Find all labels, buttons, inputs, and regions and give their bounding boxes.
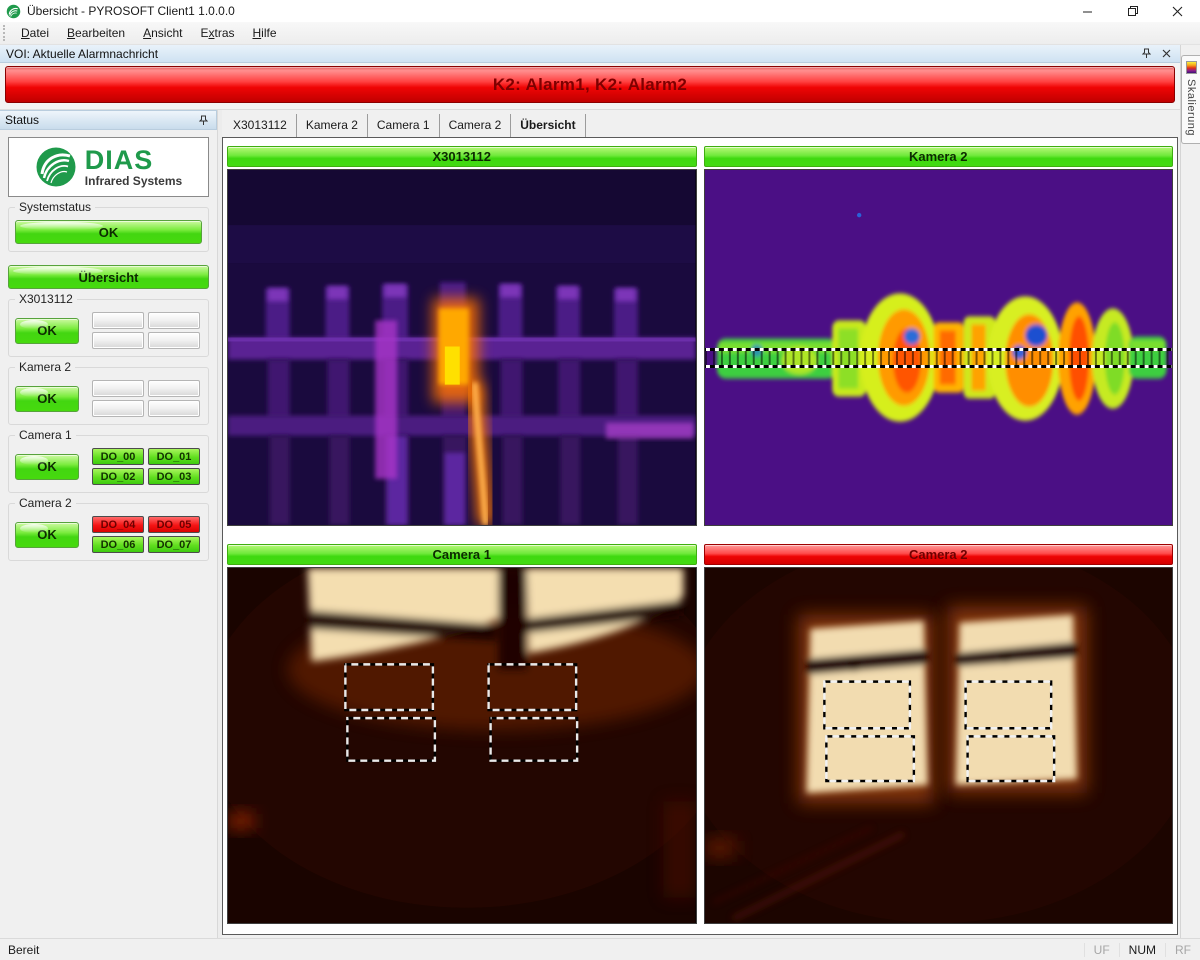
palette-icon [1186, 61, 1197, 74]
tab-x3013112[interactable]: X3013112 [224, 114, 297, 137]
app-logo-icon [6, 4, 21, 19]
kamera2-do-button-0[interactable] [92, 380, 144, 397]
camera1-do-00-button[interactable]: DO_00 [92, 448, 144, 465]
camera-panel-kamera-2: Kamera 2 [704, 146, 1174, 526]
camera2-ok-button[interactable]: OK [15, 522, 79, 548]
x3013112-do-button-2[interactable] [92, 332, 144, 349]
thermal-image-kamera-2[interactable] [704, 169, 1174, 526]
x3013112-do-button-3[interactable] [148, 332, 200, 349]
toolbar-grip [3, 25, 8, 41]
group-kamera-2: Kamera 2 OK [8, 367, 209, 425]
overview-grid: X3013112 [222, 137, 1178, 935]
dias-logo: DIAS Infrared Systems [8, 137, 209, 197]
camera-image-camera-2[interactable] [704, 567, 1174, 924]
tab-uebersicht[interactable]: Übersicht [511, 114, 585, 137]
systemstatus-label: Systemstatus [15, 200, 95, 214]
camera2-do-04-button[interactable]: DO_04 [92, 516, 144, 533]
pin-icon[interactable] [1138, 47, 1154, 61]
camera-panel-camera-2: Camera 2 [704, 544, 1174, 924]
overview-button[interactable]: Übersicht [8, 265, 209, 289]
thermal-image-x3013112[interactable] [227, 169, 697, 526]
pin-icon[interactable] [195, 113, 211, 127]
right-dock-strip: Skalierung [1180, 45, 1200, 938]
group-camera-1: Camera 1 OK DO_00 DO_01 DO_02 DO_03 [8, 435, 209, 493]
group-label: X3013112 [15, 292, 77, 306]
group-label: Camera 2 [15, 496, 76, 510]
alarm-area: K2: Alarm1, K2: Alarm2 [0, 63, 1180, 110]
kamera2-do-button-1[interactable] [148, 380, 200, 397]
camera-panel-x3013112: X3013112 [227, 146, 697, 526]
kamera2-do-button-3[interactable] [148, 400, 200, 417]
menu-item-bearbeiten[interactable]: Bearbeiten [58, 23, 134, 43]
indicator-rf: RF [1165, 943, 1200, 957]
menu-bar: Datei Bearbeiten Ansicht Extras Hilfe [0, 22, 1200, 45]
x3013112-ok-button[interactable]: OK [15, 318, 79, 344]
camera-panel-title: Camera 1 [227, 544, 697, 565]
x3013112-do-button-1[interactable] [148, 312, 200, 329]
window-title: Übersicht - PYROSOFT Client1 1.0.0.0 [27, 4, 235, 18]
group-label: Camera 1 [15, 428, 76, 442]
alarm-panel-title: VOI: Aktuelle Alarmnachricht [6, 47, 158, 61]
indicator-num: NUM [1119, 943, 1165, 957]
menu-item-extras[interactable]: Extras [191, 23, 243, 43]
camera2-do-05-button[interactable]: DO_05 [148, 516, 200, 533]
restore-button[interactable] [1110, 0, 1155, 22]
menu-item-ansicht[interactable]: Ansicht [134, 23, 191, 43]
status-bar: Bereit UF NUM RF [0, 938, 1200, 960]
tab-kamera-2[interactable]: Kamera 2 [297, 114, 368, 137]
camera1-do-01-button[interactable]: DO_01 [148, 448, 200, 465]
tab-camera-2[interactable]: Camera 2 [440, 114, 512, 137]
kamera2-ok-button[interactable]: OK [15, 386, 79, 412]
title-bar: Übersicht - PYROSOFT Client1 1.0.0.0 [0, 0, 1200, 22]
alarm-message: K2: Alarm1, K2: Alarm2 [5, 66, 1175, 103]
menu-item-hilfe[interactable]: Hilfe [244, 23, 286, 43]
scaling-tab[interactable]: Skalierung [1181, 55, 1200, 144]
systemstatus-group: Systemstatus OK [8, 207, 209, 252]
minimize-button[interactable] [1065, 0, 1110, 22]
x3013112-do-button-0[interactable] [92, 312, 144, 329]
camera-panel-title: Kamera 2 [704, 146, 1174, 167]
group-label: Kamera 2 [15, 360, 75, 374]
status-ready-text: Bereit [8, 943, 39, 957]
dias-logo-icon [35, 146, 77, 188]
scaling-tab-label: Skalierung [1185, 79, 1197, 136]
kamera2-do-button-2[interactable] [92, 400, 144, 417]
systemstatus-ok-button[interactable]: OK [15, 220, 202, 244]
brand-name: DIAS [85, 147, 182, 174]
camera2-do-06-button[interactable]: DO_06 [92, 536, 144, 553]
camera1-do-03-button[interactable]: DO_03 [148, 468, 200, 485]
menu-item-datei[interactable]: Datei [12, 23, 58, 43]
camera-image-camera-1[interactable] [227, 567, 697, 924]
tab-camera-1[interactable]: Camera 1 [368, 114, 440, 137]
group-camera-2: Camera 2 OK DO_04 DO_05 DO_06 DO_07 [8, 503, 209, 561]
camera-panel-title: X3013112 [227, 146, 697, 167]
alarm-panel-header: VOI: Aktuelle Alarmnachricht [0, 45, 1180, 63]
camera-panel-title: Camera 2 [704, 544, 1174, 565]
status-sidebar: Status [0, 110, 218, 938]
view-tabstrip: X3013112 Kamera 2 Camera 1 Camera 2 Über… [222, 110, 1178, 137]
main-area: X3013112 Kamera 2 Camera 1 Camera 2 Über… [222, 110, 1180, 938]
close-button[interactable] [1155, 0, 1200, 22]
application-window: Übersicht - PYROSOFT Client1 1.0.0.0 Dat… [0, 0, 1200, 960]
group-x3013112: X3013112 OK [8, 299, 209, 357]
camera2-do-07-button[interactable]: DO_07 [148, 536, 200, 553]
status-panel-header: Status [0, 110, 217, 130]
camera-panel-camera-1: Camera 1 [227, 544, 697, 924]
close-panel-icon[interactable] [1158, 47, 1174, 61]
camera1-ok-button[interactable]: OK [15, 454, 79, 480]
indicator-uf: UF [1084, 943, 1119, 957]
status-panel-title: Status [5, 113, 39, 127]
brand-tagline: Infrared Systems [85, 175, 182, 187]
camera1-do-02-button[interactable]: DO_02 [92, 468, 144, 485]
